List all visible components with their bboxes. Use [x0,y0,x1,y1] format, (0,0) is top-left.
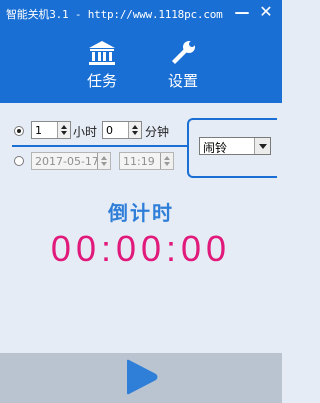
date-spin-arrows[interactable] [97,153,110,169]
window-title: 智能关机3.1 - http://www.1118pc.com [6,8,223,21]
time-spin-arrows[interactable] [160,153,173,169]
minimize-button[interactable]: — [232,2,252,22]
tasks-nav-label: 任务 [86,72,117,90]
hours-unit-label: 小时 [73,125,98,139]
action-selected-value: 闹铃 [203,141,228,155]
minutes-spin-arrows[interactable] [128,122,141,138]
chevron-down-icon[interactable] [254,138,270,154]
tasks-nav-button[interactable]: 任务 [74,40,130,100]
date-value: 2017-05-17 [35,155,99,168]
timer-mode-radio[interactable] [14,126,24,136]
time-picker[interactable]: 11:19 [119,152,174,170]
close-button[interactable]: ✕ [256,2,276,22]
countdown-label: 倒计时 [108,201,174,225]
play-icon[interactable] [123,359,159,395]
hours-spin-arrows[interactable] [57,122,70,138]
action-dropdown[interactable]: 闹铃 [199,137,271,155]
wrench-icon [172,41,195,64]
minutes-stepper[interactable]: 0 [102,121,142,139]
minutes-value: 0 [106,124,113,137]
divider-line [12,145,187,147]
date-mode-radio[interactable] [14,156,24,166]
header: 任务 设置 [0,26,282,103]
footer-bar [0,353,282,403]
date-picker[interactable]: 2017-05-17 [31,152,111,170]
hours-value: 1 [35,124,42,137]
minutes-unit-label: 分钟 [145,125,170,139]
settings-nav-button[interactable]: 设置 [155,40,211,100]
settings-nav-label: 设置 [167,72,198,90]
time-value: 11:19 [123,155,155,168]
countdown-time: 00:00:00 [50,228,232,269]
bank-icon [89,41,115,65]
title-bar: 智能关机3.1 - http://www.1118pc.com — ✕ [0,0,282,26]
hours-stepper[interactable]: 1 [31,121,71,139]
